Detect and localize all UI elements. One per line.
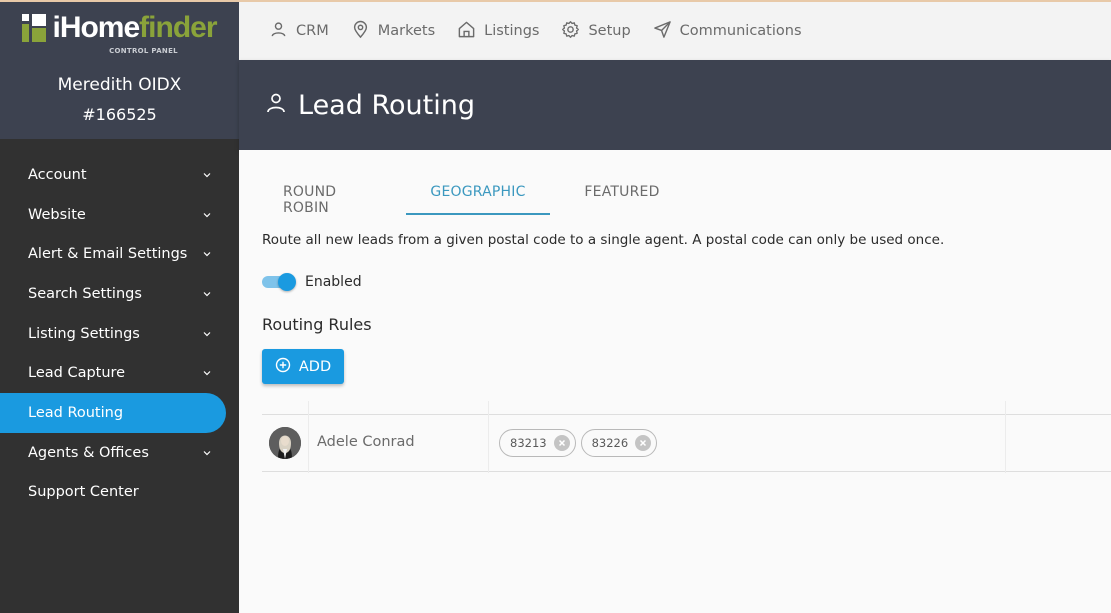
map-pin-icon <box>351 20 370 43</box>
top-nav-label: Listings <box>484 23 540 39</box>
sidebar-item-listing-settings[interactable]: Listing Settings <box>0 314 239 354</box>
chevron-down-icon <box>203 250 211 258</box>
sidebar-header: iHomefinder CONTROL PANEL Meredith OIDX … <box>0 0 239 139</box>
tab-featured[interactable]: FEATURED <box>550 172 694 215</box>
home-icon <box>457 20 476 43</box>
tab-geographic[interactable]: GEOGRAPHIC <box>406 172 550 215</box>
top-nav-setup[interactable]: Setup <box>561 20 631 43</box>
logo-wordmark: iHomefinder <box>52 11 217 44</box>
brand-logo[interactable]: iHomefinder <box>0 10 239 46</box>
sidebar-item-label: Account <box>28 166 87 183</box>
top-nav-listings[interactable]: Listings <box>457 20 539 43</box>
sidebar-item-account[interactable]: Account <box>0 155 239 195</box>
sidebar-item-lead-capture[interactable]: Lead Capture <box>0 353 239 393</box>
sidebar-item-label: Alert & Email Settings <box>28 246 188 263</box>
add-rule-button[interactable]: ADD <box>262 349 344 384</box>
avatar <box>269 427 301 459</box>
top-nav-communications[interactable]: Communications <box>653 20 802 43</box>
chevron-down-icon <box>203 330 211 338</box>
top-nav-label: Markets <box>377 23 436 39</box>
top-nav-label: Setup <box>588 23 631 39</box>
remove-chip-icon[interactable] <box>635 435 652 451</box>
account-name: Meredith OIDX <box>57 75 182 95</box>
sidebar-item-lead-routing[interactable]: Lead Routing <box>0 393 226 433</box>
top-nav-label: CRM <box>296 23 329 39</box>
gear-icon <box>561 20 580 43</box>
sidebar-item-label: Lead Routing <box>28 404 124 421</box>
chevron-down-icon <box>203 290 211 298</box>
sidebar-item-label: Agents & Offices <box>28 444 149 461</box>
postal-code-chips: 83213 83226 <box>499 429 658 457</box>
chevron-down-icon <box>203 171 211 179</box>
tab-round-robin[interactable]: ROUND ROBIN <box>262 172 406 216</box>
chevron-down-icon <box>203 211 211 219</box>
account-id: #166525 <box>82 105 157 124</box>
table-row: Adele Conrad 83213 83226 <box>262 415 1111 472</box>
send-icon <box>653 20 672 43</box>
logo-subtitle: CONTROL PANEL <box>109 47 178 55</box>
top-nav-markets[interactable]: Markets <box>351 20 435 43</box>
sidebar-item-label: Listing Settings <box>28 325 140 342</box>
postal-code: 83213 <box>510 436 547 450</box>
sidebar-item-label: Search Settings <box>28 285 142 302</box>
top-nav-label: Communications <box>679 23 802 39</box>
routing-tabs: ROUND ROBIN GEOGRAPHIC FEATURED <box>262 172 694 216</box>
page-title: Lead Routing <box>298 89 475 121</box>
top-nav-crm[interactable]: CRM <box>269 20 329 43</box>
sidebar-item-label: Support Center <box>28 484 139 501</box>
chevron-down-icon <box>203 369 211 377</box>
enabled-toggle-row[interactable]: Enabled <box>262 273 362 291</box>
logo-mark-icon <box>22 14 48 42</box>
sidebar-item-alert-email-settings[interactable]: Alert & Email Settings <box>0 234 239 274</box>
agent-name: Adele Conrad <box>317 434 415 450</box>
top-accent-line <box>0 0 1111 2</box>
sidebar-item-support-center[interactable]: Support Center <box>0 473 239 513</box>
toggle-knob <box>278 273 296 291</box>
remove-chip-icon[interactable] <box>553 435 570 451</box>
page-header: Lead Routing <box>239 60 1111 150</box>
sidebar-item-label: Website <box>28 206 86 223</box>
top-nav: CRM Markets Listings Setup Communication… <box>239 2 1111 60</box>
main-content: ROUND ROBIN GEOGRAPHIC FEATURED Route al… <box>239 150 1111 613</box>
postal-code-chip: 83226 <box>580 429 658 457</box>
toggle-label: Enabled <box>305 274 362 290</box>
enabled-toggle[interactable] <box>262 273 297 291</box>
user-icon <box>264 91 298 119</box>
sidebar-nav: Account Website Alert & Email Settings S… <box>0 139 239 512</box>
postal-code-chip: 83213 <box>499 429 576 457</box>
sidebar: iHomefinder CONTROL PANEL Meredith OIDX … <box>0 0 239 613</box>
geographic-description: Route all new leads from a given postal … <box>262 232 945 248</box>
sidebar-item-agents-offices[interactable]: Agents & Offices <box>0 433 239 473</box>
routing-rules-title: Routing Rules <box>262 315 372 334</box>
user-icon <box>269 20 288 43</box>
chevron-down-icon <box>203 449 211 457</box>
plus-circle-icon <box>275 357 291 377</box>
postal-code: 83226 <box>591 436 629 450</box>
routing-rules-table: Adele Conrad 83213 83226 <box>262 401 1111 473</box>
sidebar-item-label: Lead Capture <box>28 365 126 382</box>
sidebar-item-search-settings[interactable]: Search Settings <box>0 274 239 314</box>
sidebar-item-website[interactable]: Website <box>0 195 239 235</box>
add-button-label: ADD <box>298 358 332 375</box>
